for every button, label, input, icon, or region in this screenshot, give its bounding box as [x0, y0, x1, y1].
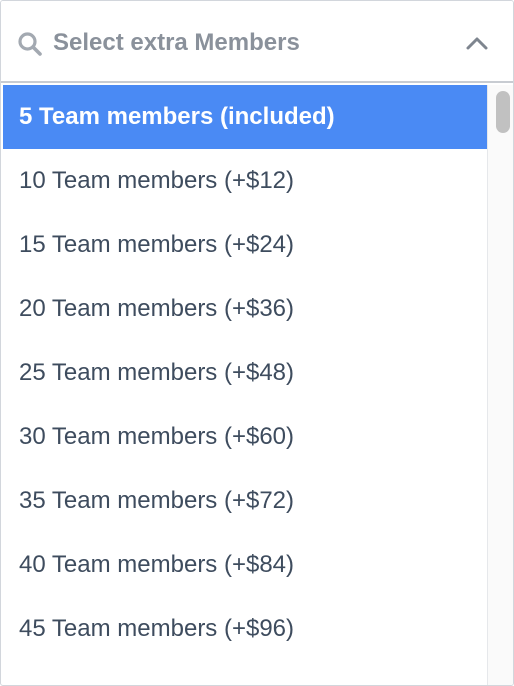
chevron-up-icon[interactable]: [461, 29, 493, 57]
option-30-team-members[interactable]: 30 Team members (+$60): [3, 405, 487, 469]
option-15-team-members[interactable]: 15 Team members (+$24): [3, 213, 487, 277]
search-icon: [18, 32, 42, 56]
members-search-input[interactable]: [53, 23, 433, 63]
option-20-team-members[interactable]: 20 Team members (+$36): [3, 277, 487, 341]
option-25-team-members[interactable]: 25 Team members (+$48): [3, 341, 487, 405]
option-45-team-members[interactable]: 45 Team members (+$96): [3, 597, 487, 661]
option-10-team-members[interactable]: 10 Team members (+$12): [3, 149, 487, 213]
scrollbar-track[interactable]: [487, 85, 513, 685]
members-dropdown[interactable]: 5 Team members (included) 10 Team member…: [0, 0, 514, 686]
dropdown-search-bar[interactable]: [1, 1, 513, 83]
options-list: 5 Team members (included) 10 Team member…: [3, 85, 487, 685]
option-5-team-members[interactable]: 5 Team members (included): [3, 85, 487, 149]
scrollbar-thumb[interactable]: [496, 91, 510, 133]
option-35-team-members[interactable]: 35 Team members (+$72): [3, 469, 487, 533]
option-40-team-members[interactable]: 40 Team members (+$84): [3, 533, 487, 597]
